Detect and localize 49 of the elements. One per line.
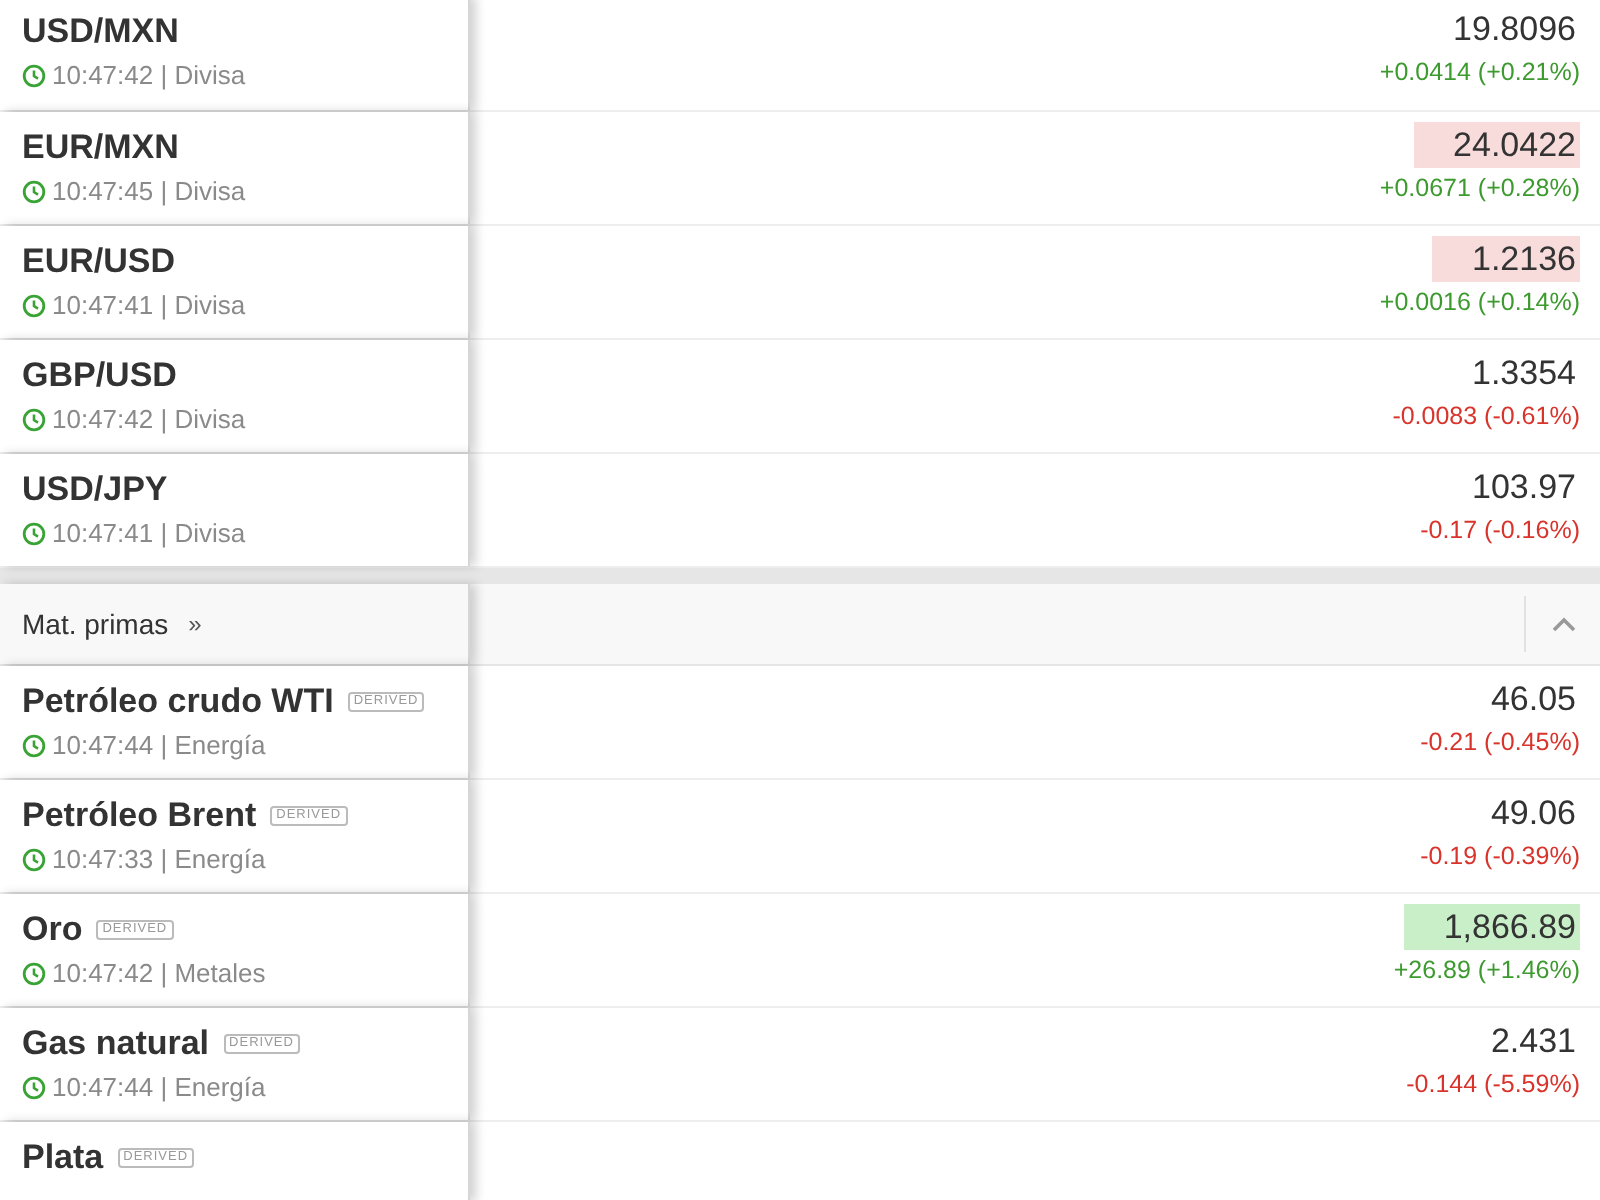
price-change: -0.0083 (-0.61%) <box>1392 402 1580 430</box>
price-change: -0.19 (-0.39%) <box>1420 842 1580 870</box>
update-time: 10:47:41 | Divisa <box>52 290 246 320</box>
price: 1.2136 <box>1432 236 1580 282</box>
clock-icon <box>22 293 46 317</box>
instrument-name[interactable]: EUR/USD <box>22 242 176 282</box>
instrument-name[interactable]: USD/JPY <box>22 470 168 510</box>
instrument-name[interactable]: Petróleo Brent <box>22 796 257 836</box>
price-change: +0.0016 (+0.14%) <box>1379 288 1580 316</box>
clock-icon <box>22 1075 46 1099</box>
update-time: 10:47:42 | Metales <box>52 958 266 988</box>
price: 24.0422 <box>1413 122 1580 168</box>
clock-icon <box>22 961 46 985</box>
instrument-name[interactable]: Petróleo crudo WTI <box>22 682 334 722</box>
update-time: 10:47:33 | Energía <box>52 844 266 874</box>
update-time: 10:47:42 | Divisa <box>52 404 246 434</box>
price-change: +26.89 (+1.46%) <box>1393 956 1580 984</box>
clock-icon <box>22 407 46 431</box>
instrument-name[interactable]: USD/MXN <box>22 12 179 52</box>
clock-icon <box>22 179 46 203</box>
clock-icon <box>22 847 46 871</box>
price-change: -0.21 (-0.45%) <box>1420 728 1580 756</box>
clock-icon <box>22 733 46 757</box>
instrument-name[interactable]: Oro <box>22 910 83 950</box>
price-change: -0.144 (-5.59%) <box>1406 1070 1580 1098</box>
price: 19.8096 <box>1451 8 1578 52</box>
price-change: +0.0414 (+0.21%) <box>1379 58 1580 86</box>
update-time: 10:47:44 | Energía <box>52 1072 266 1102</box>
section-title[interactable]: Mat. primas <box>22 608 169 640</box>
price: 46.05 <box>1488 678 1578 722</box>
instrument-name[interactable]: GBP/USD <box>22 356 177 396</box>
caret-icon <box>1551 616 1575 632</box>
price: 103.97 <box>1470 466 1578 510</box>
instrument-name[interactable]: Gas natural <box>22 1024 210 1064</box>
update-time: 10:47:42 | Divisa <box>52 60 246 90</box>
price: 2.431 <box>1488 1020 1578 1064</box>
price-change: -0.17 (-0.16%) <box>1420 516 1580 544</box>
price: 1.3354 <box>1470 352 1578 396</box>
price: 49.06 <box>1488 792 1578 836</box>
clock-icon <box>22 63 46 87</box>
update-time: 10:47:45 | Divisa <box>52 176 246 206</box>
update-time: 10:47:41 | Divisa <box>52 518 246 548</box>
update-time: 10:47:44 | Energía <box>52 730 266 760</box>
price-change: +0.0671 (+0.28%) <box>1379 174 1580 202</box>
instrument-name[interactable]: EUR/MXN <box>22 128 179 168</box>
more-link[interactable]: » <box>188 610 202 638</box>
price: 1,866.89 <box>1403 904 1580 950</box>
clock-icon <box>22 521 46 545</box>
instrument-name[interactable]: Plata <box>22 1138 104 1178</box>
